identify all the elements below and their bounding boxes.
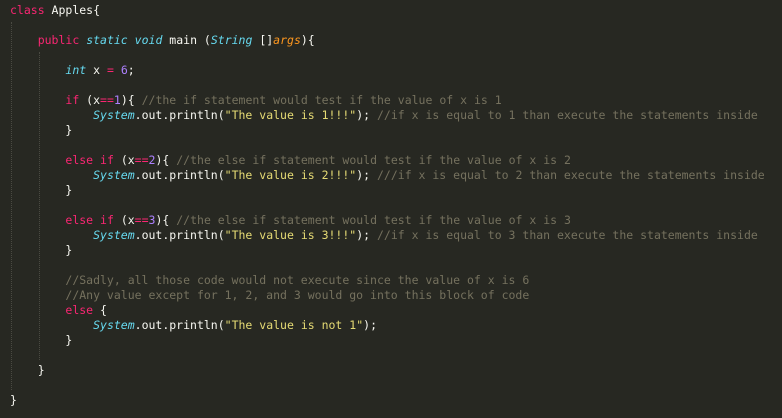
keyword: else — [65, 153, 94, 167]
code-text: ){ — [120, 93, 142, 107]
code-line: if (x==1){ //the if statement would test… — [10, 93, 502, 108]
code-text: main ( — [162, 33, 211, 47]
code-text: (x — [113, 153, 135, 167]
code-line: int x = 6; — [10, 63, 135, 78]
comment: //if x is equal to 3 than execute the st… — [377, 228, 758, 242]
type-keyword: void — [134, 33, 163, 47]
class-name: System — [93, 228, 135, 242]
code-editor[interactable]: class Apples{ public static void main (S… — [0, 0, 782, 418]
class-name: System — [93, 108, 135, 122]
keyword: class — [10, 3, 45, 17]
code-text: } — [10, 363, 45, 377]
class-name: System — [93, 318, 135, 332]
type-keyword: String — [210, 33, 253, 47]
string-literal: "The value is 1!!!" — [224, 108, 357, 122]
code-text: } — [10, 393, 17, 407]
keyword: = — [106, 63, 114, 77]
comment: //the else if statement would test if th… — [176, 213, 571, 227]
code-line: //Any value except for 1, 2, and 3 would… — [10, 288, 529, 303]
comment: //the else if statement would test if th… — [176, 153, 571, 167]
code-text: ){ — [300, 33, 315, 47]
keyword: if — [100, 153, 114, 167]
comment: //the if statement would test if the val… — [141, 93, 502, 107]
code-line: else if (x==3){ //the else if statement … — [10, 213, 571, 228]
code-text: (x — [79, 93, 101, 107]
code-line: //Sadly, all those code would not execut… — [10, 273, 529, 288]
string-literal: "The value is 2!!!" — [224, 168, 357, 182]
code-text: [] — [252, 33, 274, 47]
comment: //Sadly, all those code would not execut… — [65, 273, 530, 287]
code-line: System.out.println("The value is 3!!!");… — [10, 228, 758, 243]
code-text: x — [86, 63, 107, 77]
code-text: } — [10, 183, 73, 197]
comment: //if x is equal to 1 than execute the st… — [377, 108, 758, 122]
code-line: } — [10, 243, 72, 258]
code-text: ){ — [155, 153, 177, 167]
keyword: public — [37, 33, 80, 47]
comment: ///if x is equal to 2 than execute the s… — [377, 168, 765, 182]
keyword: == — [100, 93, 114, 107]
type-keyword: int — [65, 63, 87, 77]
code-line: } — [10, 393, 17, 408]
code-text: ); — [363, 318, 377, 332]
code-text: { — [93, 303, 107, 317]
code-line: } — [10, 183, 72, 198]
class-name: System — [93, 168, 135, 182]
code-text: (x — [113, 213, 135, 227]
code-text: .out.println( — [134, 318, 225, 332]
code-line: } — [10, 333, 72, 348]
number-literal: 1 — [113, 93, 121, 107]
comment: //Any value except for 1, 2, and 3 would… — [65, 288, 530, 302]
keyword: == — [134, 213, 149, 227]
string-literal: "The value is not 1" — [224, 318, 364, 332]
code-line: else { — [10, 303, 107, 318]
code-line: System.out.println("The value is not 1")… — [10, 318, 377, 333]
code-text: } — [10, 333, 73, 347]
code-text: ){ — [155, 213, 177, 227]
code-line: public static void main (String []args){ — [10, 33, 315, 48]
code-text: ); — [356, 228, 377, 242]
code-text: ; — [127, 63, 135, 77]
code-text: .out.println( — [134, 108, 225, 122]
code-text: .out.println( — [134, 168, 225, 182]
code-text: ); — [356, 108, 377, 122]
code-line: System.out.println("The value is 2!!!");… — [10, 168, 765, 183]
number-literal: 6 — [120, 63, 128, 77]
argument: args — [273, 33, 301, 47]
keyword: if — [65, 93, 80, 107]
code-line: class Apples{ — [10, 3, 100, 18]
code-line: } — [10, 123, 72, 138]
code-line: System.out.println("The value is 1!!!");… — [10, 108, 758, 123]
code-text: Apples{ — [44, 3, 101, 17]
code-line: else if (x==2){ //the else if statement … — [10, 153, 571, 168]
keyword: else — [65, 303, 94, 317]
keyword: == — [134, 153, 149, 167]
code-text: ); — [356, 168, 377, 182]
code-text: .out.println( — [134, 228, 225, 242]
keyword: if — [100, 213, 114, 227]
type-keyword: static — [86, 33, 128, 47]
code-line: } — [10, 363, 45, 378]
code-text: } — [10, 123, 73, 137]
keyword: else — [65, 213, 94, 227]
code-text: } — [10, 243, 73, 257]
string-literal: "The value is 3!!!" — [224, 228, 357, 242]
